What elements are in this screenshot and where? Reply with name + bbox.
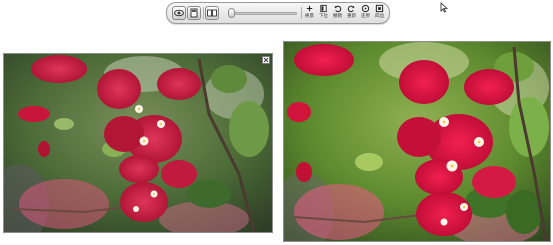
eye-icon[interactable] <box>172 6 186 20</box>
undo-icon <box>334 5 342 13</box>
zoom-slider-knob[interactable] <box>228 8 235 18</box>
undo-button[interactable]: 撤销 <box>331 4 344 22</box>
change-scene-label: 换景 <box>305 14 314 19</box>
split-view-icon[interactable] <box>205 6 219 20</box>
undo-label: 撤销 <box>333 14 342 19</box>
before-photo-image <box>4 54 272 232</box>
zoom-slider-track[interactable] <box>229 12 297 15</box>
lower-button[interactable]: 下位 <box>317 4 330 22</box>
after-photo-image <box>284 42 550 241</box>
frame-label: 四边 <box>375 14 384 19</box>
frame-icon <box>375 4 384 13</box>
mouse-cursor-icon <box>440 2 448 13</box>
after-photo-panel[interactable] <box>283 41 551 242</box>
toolbar-separator <box>301 7 302 19</box>
redo-button[interactable]: 重新 <box>345 4 358 22</box>
change-scene-button[interactable]: 换景 <box>303 4 316 22</box>
restore-icon <box>361 4 370 13</box>
lower-label: 下位 <box>319 14 328 19</box>
change-scene-icon <box>306 5 313 12</box>
lower-icon <box>320 4 327 13</box>
restore-label: 还原 <box>361 14 370 19</box>
restore-button[interactable]: 还原 <box>359 4 372 22</box>
toolbar-separator <box>203 7 204 19</box>
toolbar: 换景 下位 撤销 重新 还原 四边 <box>166 2 390 24</box>
frame-button[interactable]: 四边 <box>373 4 386 22</box>
redo-icon <box>347 5 355 13</box>
before-photo-panel[interactable] <box>3 53 273 233</box>
redo-label: 重新 <box>347 14 356 19</box>
close-icon[interactable] <box>262 56 270 64</box>
single-view-icon[interactable] <box>187 6 201 20</box>
